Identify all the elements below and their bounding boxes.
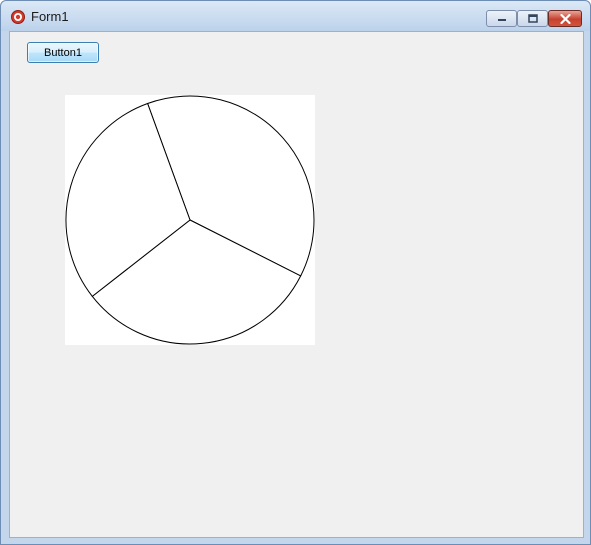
maximize-button[interactable]	[517, 10, 548, 27]
application-window: Form1 Button1	[0, 0, 591, 545]
title-bar[interactable]: Form1	[1, 1, 590, 31]
app-icon[interactable]	[11, 10, 25, 24]
close-button[interactable]	[548, 10, 582, 27]
minimize-icon	[497, 18, 506, 21]
pie-chart-canvas	[65, 95, 315, 345]
form-client-area: Button1	[9, 31, 584, 538]
minimize-button[interactable]	[486, 10, 517, 27]
window-title: Form1	[31, 9, 69, 24]
button1[interactable]: Button1	[27, 42, 99, 63]
maximize-icon	[527, 14, 538, 23]
close-icon	[559, 13, 571, 24]
